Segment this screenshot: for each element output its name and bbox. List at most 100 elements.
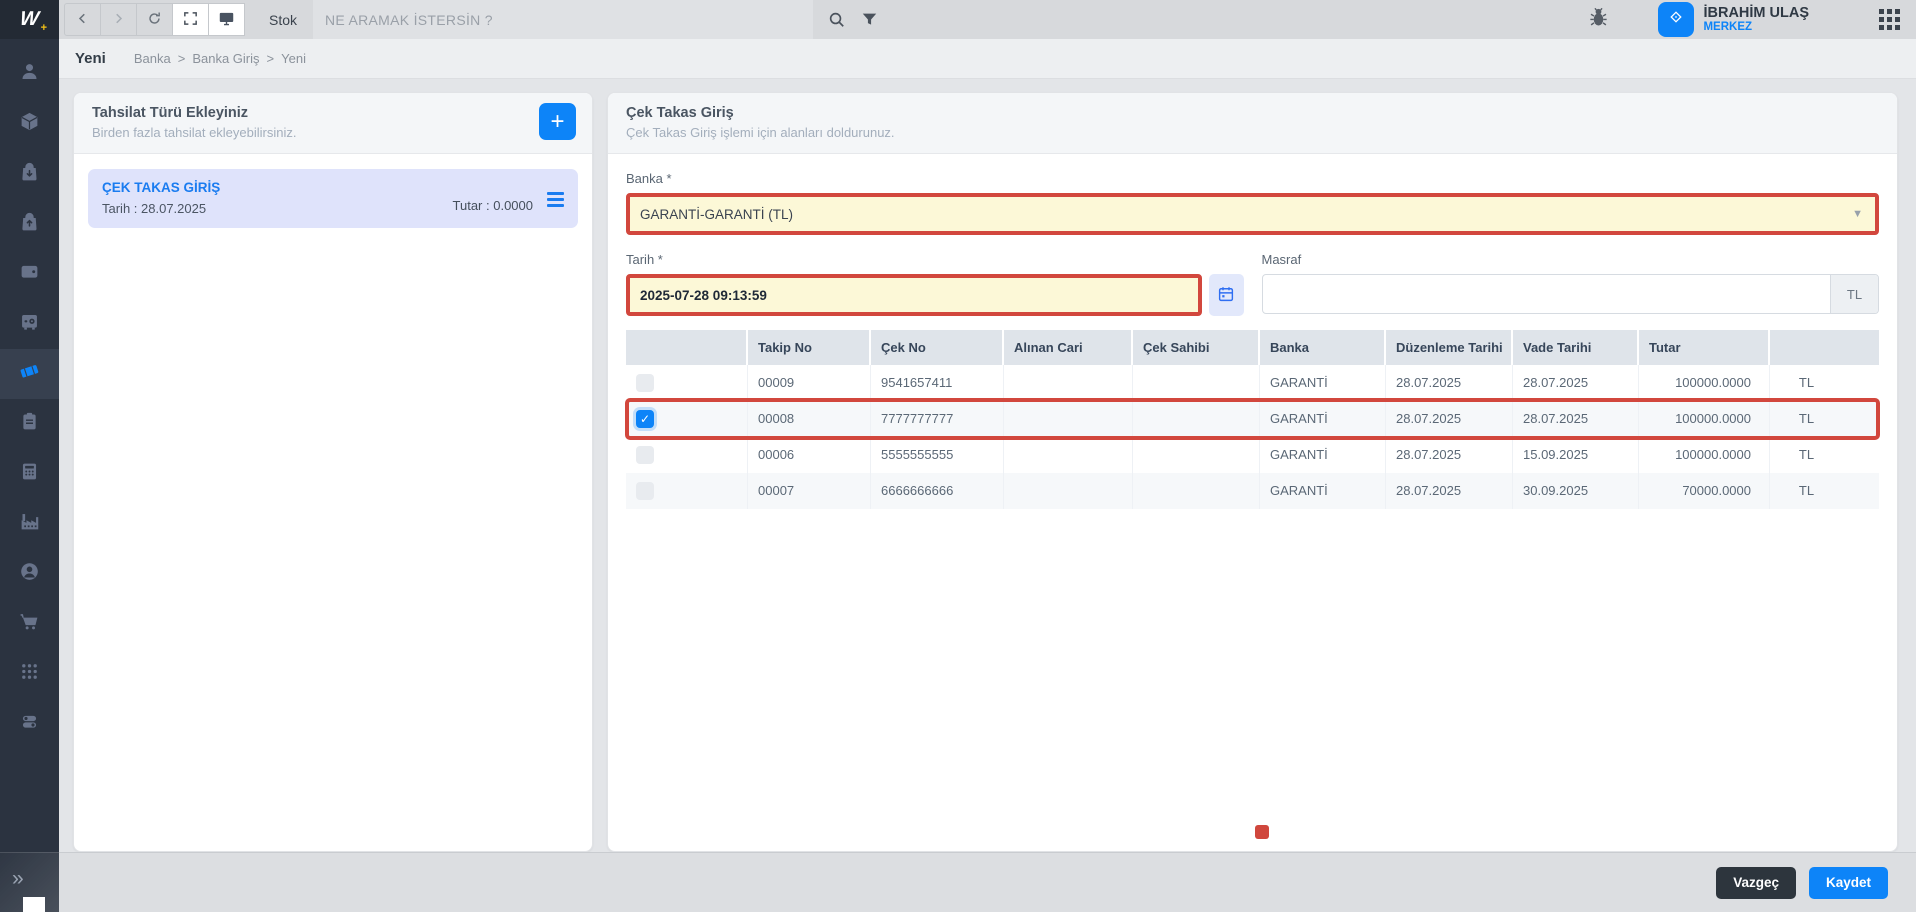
global-search-input[interactable] — [313, 0, 813, 39]
sidebar-item-wallet[interactable] — [0, 249, 59, 299]
sidebar-item-sales[interactable] — [0, 199, 59, 249]
cell-tutar: 100000.0000 — [1639, 437, 1770, 473]
currency-suffix: TL — [1830, 275, 1878, 313]
collection-card-amount: Tutar : 0.0000 — [453, 198, 533, 213]
forward-icon — [110, 10, 127, 30]
cheque-table: Takip NoÇek NoAlınan CariÇek SahibiBanka… — [626, 330, 1879, 509]
form-title: Çek Takas Giriş — [626, 105, 1879, 121]
back-button[interactable] — [64, 3, 101, 36]
cart-icon — [19, 611, 40, 637]
gem-avatar-icon — [1667, 8, 1685, 31]
fullscreen-icon — [182, 10, 199, 30]
sidebar-expand-icon[interactable]: » — [12, 867, 21, 891]
row-checkbox[interactable] — [636, 374, 654, 392]
cell-vade-tarihi: 30.09.2025 — [1513, 473, 1639, 509]
card-menu-icon[interactable] — [547, 192, 564, 207]
app-logo[interactable]: W + — [0, 0, 59, 39]
user-name: İBRAHİM ULAŞ — [1703, 5, 1809, 21]
sidebar-item-calculator[interactable] — [0, 449, 59, 499]
logo-plus-icon: + — [41, 22, 47, 34]
monitor-icon — [218, 10, 235, 30]
table-body: 00009 9541657411 GARANTİ 28.07.2025 28.0… — [626, 365, 1879, 509]
sidebar-item-safe[interactable] — [0, 299, 59, 349]
table-row[interactable]: 00008 7777777777 GARANTİ 28.07.2025 28.0… — [626, 401, 1879, 437]
column-header — [1770, 330, 1879, 365]
clipboard-icon — [19, 411, 40, 437]
row-checkbox[interactable] — [636, 482, 654, 500]
wallet-icon — [19, 261, 40, 287]
forward-button[interactable] — [100, 3, 137, 36]
topbar: Stok İBRAHİM ULAŞ MERKEZ — [59, 0, 1916, 39]
account-circle-icon — [19, 561, 40, 587]
cell-para-birimi: TL — [1770, 437, 1879, 473]
calendar-button[interactable] — [1209, 274, 1244, 316]
masraf-input[interactable] — [1262, 274, 1880, 314]
cell-alinan-cari — [1004, 437, 1133, 473]
sidebar-item-production[interactable] — [0, 499, 59, 549]
table-row[interactable]: 00009 9541657411 GARANTİ 28.07.2025 28.0… — [626, 365, 1879, 401]
row-checkbox[interactable] — [636, 446, 654, 464]
breadcrumb-item-yeni[interactable]: Yeni — [281, 51, 306, 66]
user-icon — [19, 61, 40, 87]
apps-grid-icon — [19, 661, 40, 687]
cell-banka: GARANTİ — [1260, 401, 1386, 437]
collection-card[interactable]: ÇEK TAKAS GİRİŞ Tarih : 28.07.2025 Tutar… — [88, 169, 578, 228]
sales-bag-icon — [19, 211, 40, 237]
cell-cek-no: 6666666666 — [871, 473, 1004, 509]
table-row[interactable]: 00006 5555555555 GARANTİ 28.07.2025 15.0… — [626, 437, 1879, 473]
sidebar-item-settings[interactable] — [0, 699, 59, 749]
collection-card-title: ÇEK TAKAS GİRİŞ — [102, 180, 220, 195]
row-checkbox[interactable] — [636, 410, 654, 428]
tarih-input[interactable] — [626, 274, 1202, 316]
sidebar-item-apps[interactable] — [0, 649, 59, 699]
sidebar-item-stock[interactable] — [0, 99, 59, 149]
back-icon — [74, 10, 91, 30]
breadcrumb-item-banka[interactable]: Banka — [134, 51, 171, 66]
column-header: Banka — [1260, 330, 1386, 365]
sidebar-item-crm[interactable] — [0, 549, 59, 599]
banka-select[interactable]: GARANTİ-GARANTİ (TL) ▼ — [626, 193, 1879, 235]
module-label[interactable]: Stok — [269, 12, 297, 28]
table-row[interactable]: 00007 6666666666 GARANTİ 28.07.2025 30.0… — [626, 473, 1879, 509]
column-header: Düzenleme Tarihi — [1386, 330, 1513, 365]
factory-icon — [19, 511, 40, 537]
left-panel-subtitle: Birden fazla tahsilat ekleyebilirsiniz. — [92, 125, 574, 140]
page-title: Yeni — [75, 50, 106, 67]
search-icon[interactable] — [827, 10, 846, 29]
cell-cek-sahibi — [1133, 401, 1260, 437]
breadcrumb-item-banka-giris[interactable]: Banka Giriş — [192, 51, 259, 66]
cell-cek-no: 5555555555 — [871, 437, 1004, 473]
filter-icon[interactable] — [860, 10, 879, 29]
collection-card-date: Tarih : 28.07.2025 — [102, 201, 220, 216]
cheque-icon — [19, 361, 40, 387]
cell-vade-tarihi: 15.09.2025 — [1513, 437, 1639, 473]
refresh-button[interactable] — [136, 3, 173, 36]
user-avatar[interactable] — [1658, 2, 1694, 37]
logo-w-icon: W — [19, 8, 40, 31]
save-button[interactable]: Kaydet — [1809, 867, 1888, 899]
sidebar-item-cheque[interactable] — [0, 349, 59, 399]
cell-cek-sahibi — [1133, 437, 1260, 473]
monitor-button[interactable] — [208, 3, 245, 36]
sidebar-item-user[interactable] — [0, 49, 59, 99]
column-header: Çek No — [871, 330, 1004, 365]
apps-grid-icon[interactable] — [1879, 9, 1900, 30]
cell-para-birimi: TL — [1770, 473, 1879, 509]
bug-icon[interactable] — [1587, 6, 1610, 34]
cell-cek-sahibi — [1133, 473, 1260, 509]
cell-tutar: 100000.0000 — [1639, 401, 1770, 437]
cell-para-birimi: TL — [1770, 365, 1879, 401]
sidebar-item-cart[interactable] — [0, 599, 59, 649]
cancel-button[interactable]: Vazgeç — [1716, 867, 1796, 899]
cell-vade-tarihi: 28.07.2025 — [1513, 365, 1639, 401]
column-header: Takip No — [748, 330, 871, 365]
sidebar-item-clipboard[interactable] — [0, 399, 59, 449]
sidebar-item-purchase[interactable] — [0, 149, 59, 199]
breadcrumb-bar: Yeni Banka > Banka Giriş > Yeni — [59, 39, 1916, 79]
user-menu[interactable]: İBRAHİM ULAŞ MERKEZ — [1703, 5, 1809, 34]
add-collection-button[interactable]: + — [539, 103, 576, 140]
fullscreen-button[interactable] — [172, 3, 209, 36]
cell-duzenleme-tarihi: 28.07.2025 — [1386, 365, 1513, 401]
table-header-row: Takip NoÇek NoAlınan CariÇek SahibiBanka… — [626, 330, 1879, 365]
toggles-icon — [19, 711, 40, 737]
